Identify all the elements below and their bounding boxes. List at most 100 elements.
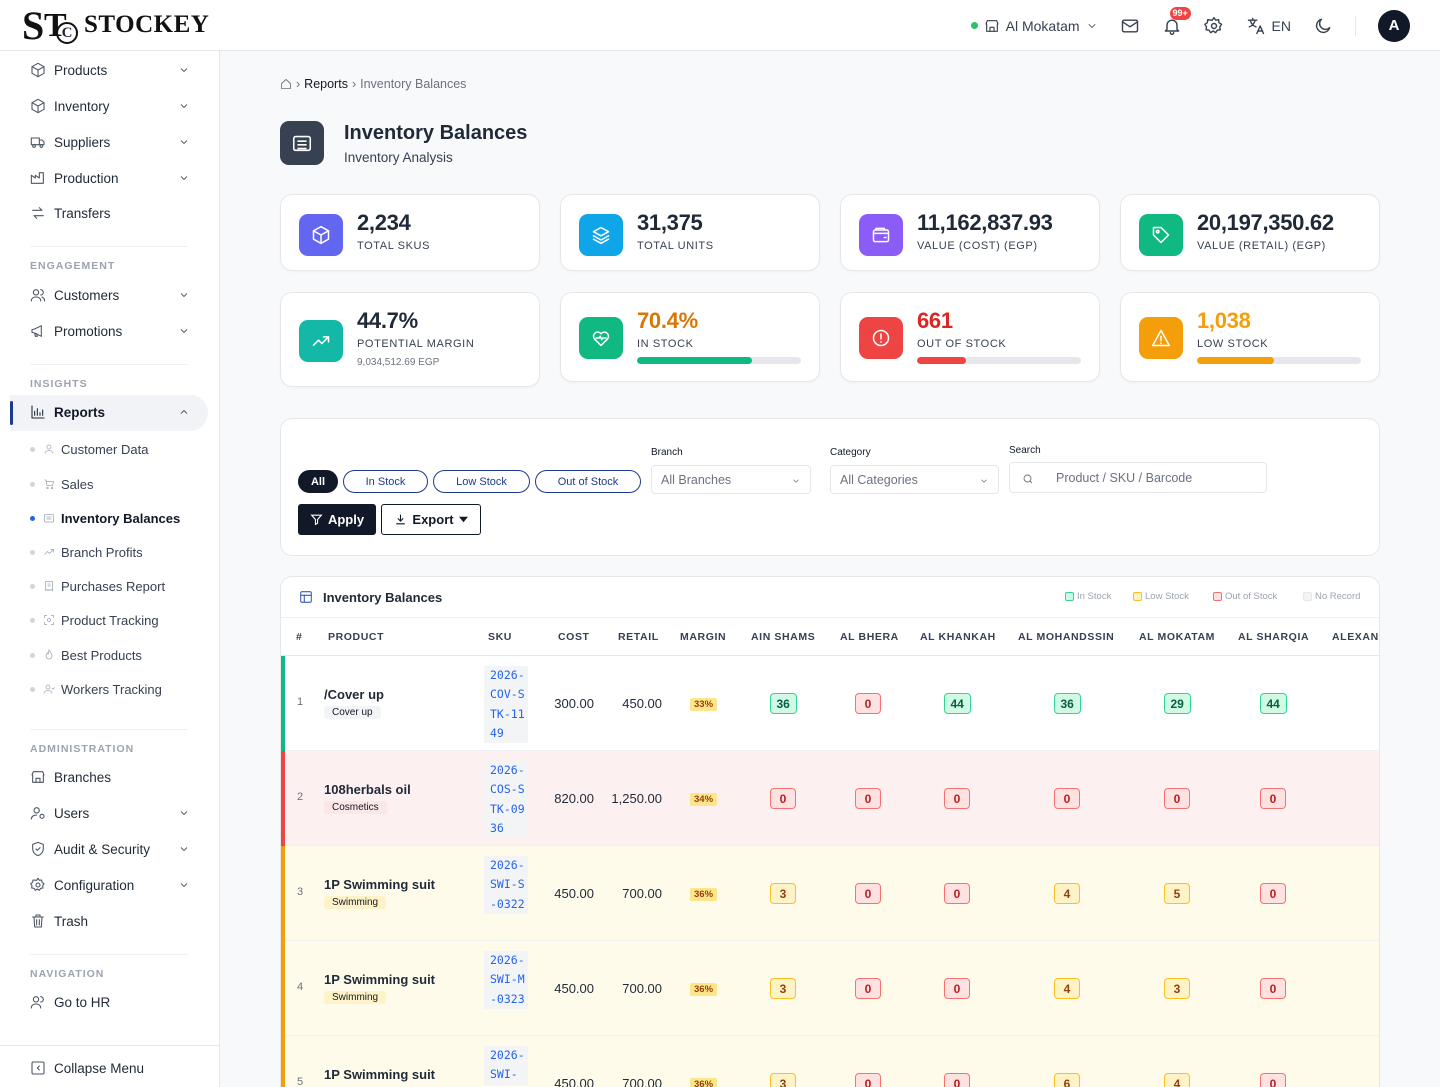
sidebar-subitem-branch-profits[interactable]: Branch Profits xyxy=(30,543,143,561)
sidebar-subitem-label: Sales xyxy=(61,476,94,492)
cost-cell: 300.00 xyxy=(554,696,594,711)
breadcrumb-reports[interactable]: Reports xyxy=(304,77,348,91)
filter-chip-all[interactable]: All xyxy=(298,470,338,493)
users-icon xyxy=(30,996,44,1009)
language-switcher[interactable]: EN xyxy=(1246,16,1291,36)
sidebar-item-go-to-hr[interactable]: Go to HR xyxy=(30,992,190,1012)
sidebar-item-users[interactable]: Users xyxy=(30,803,190,823)
column-header[interactable]: COST xyxy=(558,631,590,643)
sidebar-item-transfers[interactable]: Transfers xyxy=(30,203,190,223)
sku-code: 2026-COV-STK-1149 xyxy=(484,666,528,744)
column-header[interactable]: AL MOHANDSSIN xyxy=(1018,631,1114,643)
column-header[interactable]: SKU xyxy=(488,631,512,643)
category-select[interactable]: All Categories xyxy=(830,465,999,494)
sidebar-subitem-inventory-balances[interactable]: Inventory Balances xyxy=(30,509,180,527)
margin-badge: 36% xyxy=(690,888,718,901)
column-header[interactable]: ALEXANI xyxy=(1332,631,1379,643)
sidebar-item-label: Configuration xyxy=(54,877,135,893)
export-button[interactable]: Export xyxy=(381,504,481,535)
divider xyxy=(30,729,188,730)
table-row[interactable]: 4 1P Swimming suit Swimming 2026-SWI-M-0323… xyxy=(281,941,1379,1036)
sidebar-subitem-label: Inventory Balances xyxy=(61,510,181,526)
table-row[interactable]: 1/Cover up Cover up 2026-COV-STK-1149 300.0… xyxy=(281,656,1379,751)
column-header[interactable]: AIN SHAMS xyxy=(751,631,815,643)
column-header[interactable]: RETAIL xyxy=(618,631,659,643)
column-header[interactable]: AL KHANKAH xyxy=(920,631,996,643)
product-name[interactable]: 1P Swimming suit xyxy=(324,972,435,987)
notifications-button[interactable]: 99+ xyxy=(1162,6,1191,36)
sidebar-item-audit-security[interactable]: Audit & Security xyxy=(30,839,190,859)
export-label: Export xyxy=(412,512,454,527)
product-name[interactable]: /Cover up xyxy=(324,687,384,702)
sidebar-subitem-label: Product Tracking xyxy=(61,612,159,628)
download-icon xyxy=(396,514,406,525)
product-name[interactable]: 1P Swimming suit xyxy=(324,1067,435,1082)
product-name[interactable]: 108herbals oil xyxy=(324,782,411,797)
collapse-menu-button[interactable]: Collapse Menu xyxy=(0,1045,220,1087)
column-header[interactable]: AL MOKATAM xyxy=(1139,631,1215,643)
table-head: # PRODUCT SKU COST RETAIL MARGIN AIN SHA… xyxy=(281,618,1379,656)
sidebar-item-suppliers[interactable]: Suppliers xyxy=(30,132,190,152)
inventory-table-card: Inventory Balances In Stock Low Stock Ou… xyxy=(280,576,1380,1087)
sidebar-subitem-purchases-report[interactable]: Purchases Report xyxy=(30,577,165,595)
logo[interactable]: STC STOCKEY xyxy=(22,2,209,48)
row-status-bar xyxy=(281,751,285,846)
filter-icon xyxy=(310,514,323,526)
stat-value: 70.4% xyxy=(637,308,698,333)
sidebar-item-label: Customers xyxy=(54,287,120,303)
home-icon[interactable] xyxy=(280,78,292,90)
column-header[interactable]: MARGIN xyxy=(680,631,726,643)
section-label-insights: INSIGHTS xyxy=(30,378,88,390)
sidebar-item-trash[interactable]: Trash xyxy=(30,911,190,931)
cost-cell: 450.00 xyxy=(554,981,594,996)
branch-qty-badge: 0 xyxy=(1260,978,1286,999)
retail-cell: 1,250.00 xyxy=(611,791,662,806)
sku-code: 2026-SWI- xyxy=(484,1046,528,1085)
branch-select[interactable]: All Branches xyxy=(651,465,811,494)
filter-chip-low-stock[interactable]: Low Stock xyxy=(433,470,530,493)
gear-icon[interactable] xyxy=(1203,16,1224,36)
avatar[interactable]: A xyxy=(1378,9,1410,42)
branch-qty-badge: 0 xyxy=(1260,883,1286,904)
sidebar-item-inventory[interactable]: Inventory xyxy=(30,96,190,116)
sidebar-item-customers[interactable]: Customers xyxy=(30,285,190,305)
column-header[interactable]: AL SHARQIA xyxy=(1238,631,1309,643)
sidebar-subitem-customer-data[interactable]: Customer Data xyxy=(30,440,148,458)
sidebar-item-branches[interactable]: Branches xyxy=(30,767,190,787)
progress-bar xyxy=(917,357,1081,364)
chevron-down-icon xyxy=(180,847,188,852)
sidebar-item-configuration[interactable]: Configuration xyxy=(30,875,190,895)
moon-icon[interactable] xyxy=(1313,16,1333,36)
progress-fill xyxy=(637,357,753,364)
filter-chip-out-of-stock[interactable]: Out of Stock xyxy=(535,470,641,493)
sidebar-subitem-best-products[interactable]: Best Products xyxy=(30,646,142,664)
sidebar-item-label: Trash xyxy=(54,913,89,929)
sidebar-subitem-workers-tracking[interactable]: Workers Tracking xyxy=(30,680,162,698)
stat-value: 1,038 xyxy=(1197,308,1251,333)
sidebar-subitem-label: Customer Data xyxy=(61,441,149,457)
progress-fill xyxy=(917,357,967,364)
apply-button[interactable]: Apply xyxy=(298,504,376,535)
branch-selector[interactable]: Al Mokatam xyxy=(970,18,1098,34)
sidebar-subitem-product-tracking[interactable]: Product Tracking xyxy=(30,611,159,629)
chevron-up-icon xyxy=(180,409,188,414)
table-row[interactable]: 5 1P Swimming suit 2026-SWI- 450.00 700.00 36… xyxy=(281,1036,1379,1087)
sidebar-item-products[interactable]: Products xyxy=(30,60,190,80)
sidebar-item-reports[interactable]: Reports xyxy=(30,402,190,422)
table-row[interactable]: 2 108herbals oil Cosmetics 2026-COS-STK-093… xyxy=(281,751,1379,846)
sidebar-subitem-sales[interactable]: Sales xyxy=(30,475,94,493)
cost-cell: 450.00 xyxy=(554,886,594,901)
table-row[interactable]: 3 1P Swimming suit Swimming 2026-SWI-S-0322… xyxy=(281,846,1379,941)
progress-bar xyxy=(637,357,801,364)
filter-chip-in-stock[interactable]: In Stock xyxy=(343,470,428,493)
bullet xyxy=(30,549,35,555)
product-name[interactable]: 1P Swimming suit xyxy=(324,877,435,892)
search-input[interactable]: Product / SKU / Barcode xyxy=(1009,462,1267,493)
sidebar-subitem-label: Branch Profits xyxy=(61,544,143,560)
row-number: 3 xyxy=(297,886,304,898)
sidebar-item-promotions[interactable]: Promotions xyxy=(30,321,190,341)
column-header[interactable]: PRODUCT xyxy=(328,631,384,643)
mail-icon[interactable] xyxy=(1120,16,1140,36)
sidebar-item-production[interactable]: Production xyxy=(30,168,190,188)
column-header[interactable]: AL BHERA xyxy=(840,631,899,643)
